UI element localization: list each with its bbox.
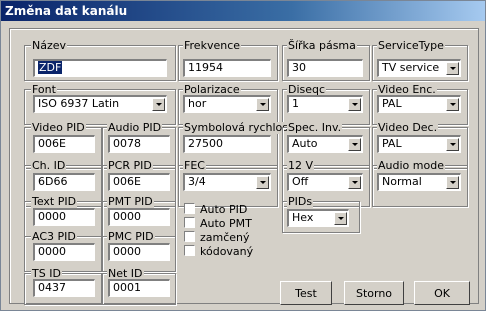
chevron-down-icon[interactable]	[348, 138, 361, 151]
pmcpid-input[interactable]: 0000	[108, 243, 170, 261]
title-bar: Změna dat kanálu	[1, 1, 485, 21]
checkbox-label: kódovaný	[200, 245, 254, 258]
label-sirka: Šířka pásma	[287, 39, 357, 52]
checkbox-label: Auto PID	[200, 203, 248, 216]
window-title: Změna dat kanálu	[5, 4, 128, 18]
sirka-input[interactable]: 30	[287, 59, 363, 77]
label-chid: Ch. ID	[31, 159, 67, 172]
pids-value: Hex	[292, 211, 314, 224]
polarizace-value: hor	[188, 97, 207, 110]
storno-button[interactable]: Storno	[344, 281, 404, 305]
checkbox-kodovany[interactable]: kódovaný	[184, 245, 264, 259]
audiomode-dropdown[interactable]: Normal	[377, 173, 461, 191]
checkbox-box[interactable]	[184, 231, 195, 242]
checkbox-auto-pid[interactable]: Auto PID	[184, 203, 264, 217]
12v-value: Off	[292, 175, 309, 188]
checkbox-label: zamčený	[200, 231, 250, 244]
videoenc-dropdown[interactable]: PAL	[377, 95, 461, 113]
label-audiomode: Audio mode	[377, 159, 445, 172]
tsid-input[interactable]: 0437	[33, 279, 95, 297]
specinv-value: Auto	[292, 137, 318, 150]
videodec-dropdown[interactable]: PAL	[377, 135, 461, 153]
fec-value: 3/4	[188, 175, 206, 188]
ac3pid-input[interactable]: 0000	[33, 243, 95, 261]
label-pcrpid: PCR PID	[107, 159, 153, 172]
label-videopid: Video PID	[31, 121, 86, 134]
chevron-down-icon[interactable]	[348, 176, 361, 189]
chid-input[interactable]: 6D66	[33, 173, 95, 191]
checkbox-label: Auto PMT	[200, 217, 252, 230]
label-frekvence: Frekvence	[183, 39, 242, 52]
chevron-down-icon[interactable]	[446, 62, 459, 75]
diseqc-value: 1	[292, 97, 299, 110]
test-button[interactable]: Test	[280, 281, 332, 305]
audiomode-value: Normal	[382, 175, 422, 188]
symbol-input[interactable]: 27500	[183, 135, 271, 153]
chevron-down-icon[interactable]	[256, 176, 269, 189]
font-dropdown[interactable]: ISO 6937 Latin	[33, 95, 167, 113]
label-servicetype: ServiceType	[377, 39, 445, 52]
pids-dropdown[interactable]: Hex	[287, 209, 349, 227]
frekvence-input[interactable]: 11954	[183, 59, 271, 77]
checkbox-box[interactable]	[184, 217, 195, 228]
label-12v: 12 V	[287, 159, 315, 172]
chevron-down-icon[interactable]	[256, 98, 269, 111]
label-specinv: Spec. Inv.	[287, 121, 343, 134]
font-value: ISO 6937 Latin	[38, 97, 120, 110]
label-pids: PIDs	[287, 195, 314, 208]
dialog-panel: Název ZDF Frekvence 11954 Šířka pásma 30…	[9, 28, 479, 305]
audiopid-input[interactable]: 0078	[108, 135, 170, 153]
label-ac3pid: AC3 PID	[31, 230, 77, 243]
checkbox-box[interactable]	[184, 245, 195, 256]
fec-dropdown[interactable]: 3/4	[183, 173, 271, 191]
polarizace-dropdown[interactable]: hor	[183, 95, 271, 113]
pmtpid-input[interactable]: 0000	[108, 208, 170, 226]
label-textpid: Text PID	[31, 195, 78, 208]
nazev-value: ZDF	[38, 61, 63, 74]
label-fec: FEC	[183, 159, 206, 172]
videodec-value: PAL	[382, 137, 402, 150]
checkbox-auto-pmt[interactable]: Auto PMT	[184, 217, 264, 231]
dialog-window: Změna dat kanálu Název ZDF Frekvence 119…	[0, 0, 486, 311]
videoenc-value: PAL	[382, 97, 402, 110]
ok-button[interactable]: OK	[414, 281, 470, 305]
chevron-down-icon[interactable]	[152, 98, 165, 111]
netid-input[interactable]: 0001	[108, 279, 170, 297]
label-nazev: Název	[31, 39, 68, 52]
servicetype-dropdown[interactable]: TV service	[377, 59, 461, 77]
12v-dropdown[interactable]: Off	[287, 173, 363, 191]
nazev-input[interactable]: ZDF	[33, 59, 167, 77]
checkbox-zamceny[interactable]: zamčený	[184, 231, 264, 245]
label-symbol: Symbolová rychlost	[183, 121, 294, 134]
chevron-down-icon[interactable]	[446, 176, 459, 189]
videopid-input[interactable]: 006E	[33, 135, 95, 153]
chevron-down-icon[interactable]	[446, 98, 459, 111]
specinv-dropdown[interactable]: Auto	[287, 135, 363, 153]
diseqc-dropdown[interactable]: 1	[287, 95, 363, 113]
textpid-input[interactable]: 0000	[33, 208, 95, 226]
chevron-down-icon[interactable]	[334, 212, 347, 225]
checkbox-box[interactable]	[184, 203, 195, 214]
label-pmcpid: PMC PID	[107, 230, 155, 243]
label-videodec: Video Dec.	[377, 121, 439, 134]
chevron-down-icon[interactable]	[348, 98, 361, 111]
label-audiopid: Audio PID	[107, 121, 163, 134]
pcrpid-input[interactable]: 006E	[108, 173, 170, 191]
servicetype-value: TV service	[382, 61, 440, 74]
chevron-down-icon[interactable]	[446, 138, 459, 151]
label-pmtpid: PMT PID	[107, 195, 154, 208]
